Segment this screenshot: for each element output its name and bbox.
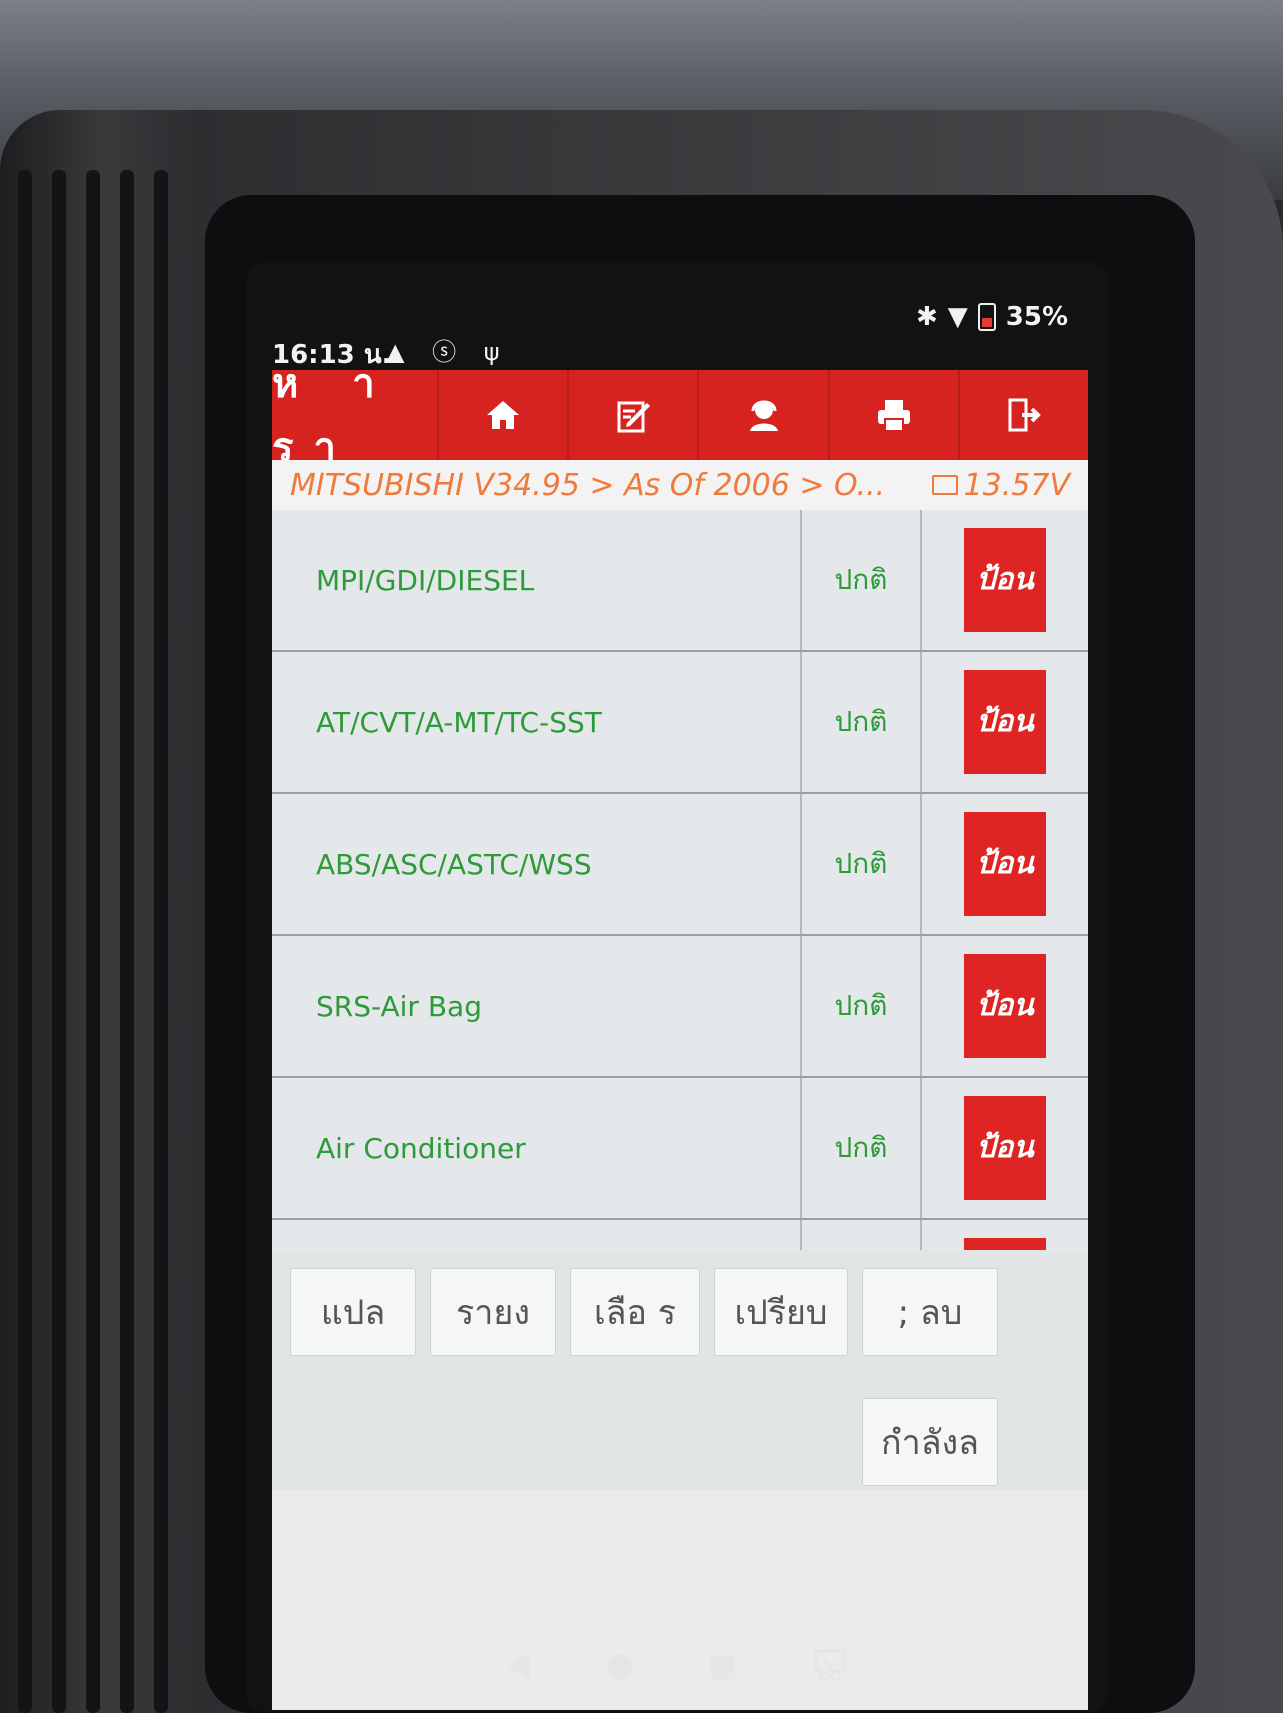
android-nav-bar <box>246 1622 1108 1712</box>
back-button[interactable]: ห า รา <box>272 361 437 471</box>
system-name: Air Conditioner <box>272 1078 802 1218</box>
report-edit-icon <box>617 401 651 433</box>
bottom-action-bar: แปล รายง เลือ ร เปรียบ ; ลบ กำลังล <box>272 1250 1088 1490</box>
progress-button[interactable]: กำลังล <box>862 1398 998 1486</box>
enter-button[interactable]: ป้อน <box>964 1096 1046 1200</box>
enter-button[interactable]: ป้อน <box>964 812 1046 916</box>
system-row: MPI/GDI/DIESEL ปกติ ป้อน <box>272 510 1088 652</box>
nav-back-icon[interactable] <box>507 1653 529 1681</box>
housing-grip <box>154 170 168 1713</box>
housing-grip <box>86 170 100 1713</box>
status-bar: 16:13 น. ▲ ⓢ ψ ✱ ▼ 35% <box>246 262 1108 370</box>
system-status: ปกติ <box>802 1078 922 1218</box>
screenshot-scissors-icon <box>814 1649 846 1682</box>
report-edit-button[interactable] <box>567 370 697 460</box>
breadcrumb-path: MITSUBISHI V34.95 > As Of 2006 > O... <box>290 467 886 503</box>
system-name: ABS/ASC/ASTC/WSS <box>272 794 802 934</box>
print-button[interactable] <box>827 370 958 460</box>
system-row: SRS-Air Bag ปกติ ป้อน <box>272 936 1088 1078</box>
voltage-value: 13.57V <box>963 467 1070 503</box>
battery-percent: 35% <box>1005 302 1068 332</box>
housing-grip <box>52 170 66 1713</box>
diagnostic-app: ห า รา MITSUBISHI V34.95 > As Of 2006 > … <box>272 361 1088 1710</box>
home-icon <box>487 401 520 429</box>
status-right-group: ✱ ▼ 35% <box>916 302 1068 332</box>
bluetooth-icon: ✱ <box>915 302 938 332</box>
translate-button[interactable]: แปล <box>290 1268 416 1356</box>
battery-icon <box>977 303 996 331</box>
system-list: MPI/GDI/DIESEL ปกติ ป้อน AT/CVT/A-MT/TC-… <box>272 510 1088 1290</box>
enter-button[interactable]: ป้อน <box>964 954 1046 1058</box>
support-agent-icon <box>749 400 778 431</box>
report-button[interactable]: รายง <box>430 1268 556 1356</box>
system-status: ปกติ <box>802 794 922 934</box>
system-status: ปกติ <box>802 936 922 1076</box>
printer-icon <box>877 400 910 432</box>
voltage-readout: 13.57V <box>931 467 1070 503</box>
system-name: AT/CVT/A-MT/TC-SST <box>272 652 802 792</box>
system-row: AT/CVT/A-MT/TC-SST ปกติ ป้อน <box>272 652 1088 794</box>
home-button[interactable] <box>437 370 567 460</box>
select-button[interactable]: เลือ ร <box>570 1268 700 1356</box>
housing-grip <box>120 170 134 1713</box>
system-name: SRS-Air Bag <box>272 936 802 1076</box>
breadcrumb: MITSUBISHI V34.95 > As Of 2006 > O... 13… <box>272 460 1088 510</box>
wifi-icon: ▼ <box>947 302 968 332</box>
housing-grip <box>18 170 32 1713</box>
enter-button[interactable]: ป้อน <box>964 670 1046 774</box>
clear-button[interactable]: ; ลบ <box>862 1268 998 1356</box>
screenshot-button[interactable] <box>813 1648 847 1686</box>
exit-button[interactable] <box>957 370 1088 460</box>
compare-button[interactable]: เปรียบ <box>714 1268 848 1356</box>
system-status: ปกติ <box>802 510 922 650</box>
system-row: Air Conditioner ปกติ ป้อน <box>272 1078 1088 1220</box>
nav-recent-icon[interactable] <box>711 1655 735 1679</box>
top-toolbar: ห า รา <box>272 361 1088 471</box>
device-screen: 16:13 น. ▲ ⓢ ψ ✱ ▼ 35% ห า รา MITSUBISHI… <box>246 262 1108 1712</box>
car-battery-icon <box>931 475 958 495</box>
nav-home-icon[interactable] <box>607 1654 633 1680</box>
system-row: ABS/ASC/ASTC/WSS ปกติ ป้อน <box>272 794 1088 936</box>
enter-button[interactable]: ป้อน <box>964 528 1046 632</box>
support-agent-button[interactable] <box>697 370 827 460</box>
system-status: ปกติ <box>802 652 922 792</box>
system-name: MPI/GDI/DIESEL <box>272 510 802 650</box>
exit-icon <box>1008 398 1041 432</box>
